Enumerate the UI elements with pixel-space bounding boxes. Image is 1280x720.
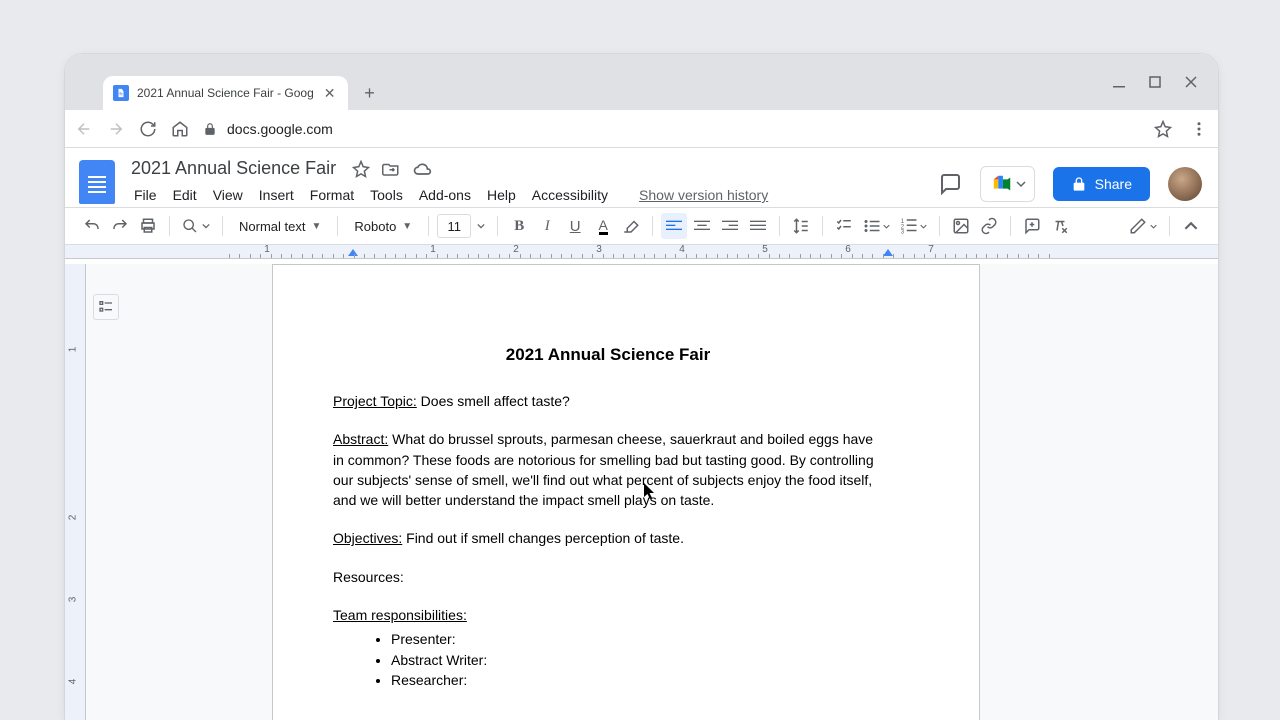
home-icon[interactable] — [171, 120, 189, 138]
docs-favicon — [113, 85, 129, 101]
horizontal-ruler[interactable]: 11234567 — [65, 245, 1218, 259]
browser-window: 2021 Annual Science Fair - Goog ✕ + docs… — [65, 54, 1218, 720]
team-label: Team responsibilities: — [333, 605, 883, 625]
menu-help[interactable]: Help — [480, 183, 523, 207]
highlight-button[interactable] — [618, 213, 644, 239]
move-icon[interactable] — [382, 160, 400, 178]
menu-edit[interactable]: Edit — [166, 183, 204, 207]
svg-text:3: 3 — [901, 230, 905, 236]
vertical-ruler[interactable]: 1 2 3 4 — [65, 264, 86, 720]
list-item: Researcher: — [391, 670, 883, 690]
text-color-button[interactable]: A — [590, 213, 616, 239]
align-center-button[interactable] — [689, 213, 715, 239]
canvas-area: 1 2 3 4 2021 Annual Science Fair Project… — [65, 264, 1218, 720]
editing-mode-button[interactable] — [1125, 213, 1161, 239]
menu-tools[interactable]: Tools — [363, 183, 410, 207]
style-select[interactable]: Normal text▼ — [231, 219, 329, 234]
nav-back-icon[interactable] — [75, 120, 93, 138]
docs-logo-icon[interactable] — [79, 160, 115, 204]
star-icon[interactable] — [352, 160, 370, 178]
line-spacing-button[interactable] — [788, 213, 814, 239]
lock-icon — [203, 122, 217, 136]
tabstrip: 2021 Annual Science Fair - Goog ✕ + — [65, 54, 1218, 110]
project-topic-line: Project Topic: Does smell affect taste? — [333, 391, 883, 411]
indent-marker-right[interactable] — [883, 249, 893, 256]
browser-tab[interactable]: 2021 Annual Science Fair - Goog ✕ — [103, 76, 348, 110]
window-controls — [1110, 54, 1208, 110]
comments-icon[interactable] — [938, 172, 962, 196]
objectives-line: Objectives: Find out if smell changes pe… — [333, 528, 883, 548]
document-page[interactable]: 2021 Annual Science Fair Project Topic: … — [272, 264, 980, 720]
docs-header: 2021 Annual Science Fair File Edit View … — [65, 148, 1218, 207]
bookmark-star-icon[interactable] — [1154, 120, 1172, 138]
bold-button[interactable]: B — [506, 213, 532, 239]
print-button[interactable] — [135, 213, 161, 239]
numbered-list-button[interactable]: 123 — [896, 213, 931, 239]
menu-addons[interactable]: Add-ons — [412, 183, 478, 207]
collapse-toolbar-button[interactable] — [1178, 213, 1204, 239]
address-bar: docs.google.com — [65, 110, 1218, 148]
menu-bar: File Edit View Insert Format Tools Add-o… — [127, 183, 938, 207]
user-avatar[interactable] — [1168, 167, 1202, 201]
checklist-button[interactable] — [831, 213, 857, 239]
toolbar: Normal text▼ Roboto▼ 11 B I U A 123 — [65, 207, 1218, 245]
meet-icon — [991, 173, 1013, 195]
omnibox[interactable]: docs.google.com — [203, 121, 1140, 137]
reload-icon[interactable] — [139, 120, 157, 138]
menu-insert[interactable]: Insert — [252, 183, 301, 207]
document-outline-button[interactable] — [93, 294, 119, 320]
insert-image-button[interactable] — [948, 213, 974, 239]
add-comment-button[interactable] — [1019, 213, 1045, 239]
share-label: Share — [1095, 176, 1132, 192]
tab-title: 2021 Annual Science Fair - Goog — [137, 86, 314, 100]
minimize-icon[interactable] — [1110, 73, 1128, 91]
doc-heading: 2021 Annual Science Fair — [333, 345, 883, 365]
menu-view[interactable]: View — [206, 183, 250, 207]
mouse-cursor-icon — [644, 483, 658, 501]
font-size-caret[interactable] — [473, 213, 489, 239]
redo-button[interactable] — [107, 213, 133, 239]
zoom-button[interactable] — [178, 213, 214, 239]
team-list: Presenter: Abstract Writer: Researcher: — [333, 629, 883, 690]
italic-button[interactable]: I — [534, 213, 560, 239]
nav-forward-icon[interactable] — [107, 120, 125, 138]
insert-link-button[interactable] — [976, 213, 1002, 239]
lock-icon — [1071, 176, 1087, 192]
document-title[interactable]: 2021 Annual Science Fair — [127, 156, 340, 181]
undo-button[interactable] — [79, 213, 105, 239]
clear-format-button[interactable] — [1047, 213, 1073, 239]
browser-menu-icon[interactable] — [1190, 120, 1208, 138]
align-right-button[interactable] — [717, 213, 743, 239]
underline-button[interactable]: U — [562, 213, 588, 239]
maximize-icon[interactable] — [1146, 73, 1164, 91]
menu-file[interactable]: File — [127, 183, 164, 207]
url-text: docs.google.com — [227, 121, 333, 137]
meet-button[interactable] — [980, 166, 1035, 202]
close-window-icon[interactable] — [1182, 73, 1200, 91]
share-button[interactable]: Share — [1053, 167, 1150, 201]
version-history-link[interactable]: Show version history — [639, 187, 768, 203]
close-tab-icon[interactable]: ✕ — [322, 84, 338, 102]
menu-format[interactable]: Format — [303, 183, 361, 207]
new-tab-button[interactable]: + — [356, 79, 384, 107]
font-size-input[interactable]: 11 — [437, 214, 471, 238]
resources-line: Resources: — [333, 567, 883, 587]
list-item: Presenter: — [391, 629, 883, 649]
align-justify-button[interactable] — [745, 213, 771, 239]
abstract-para: Abstract: What do brussel sprouts, parme… — [333, 429, 883, 510]
bullet-list-button[interactable] — [859, 213, 894, 239]
align-left-button[interactable] — [661, 213, 687, 239]
cloud-status-icon[interactable] — [412, 159, 432, 179]
list-item: Abstract Writer: — [391, 650, 883, 670]
caret-down-icon — [1016, 179, 1026, 189]
menu-accessibility[interactable]: Accessibility — [525, 183, 615, 207]
font-select[interactable]: Roboto▼ — [346, 219, 420, 234]
